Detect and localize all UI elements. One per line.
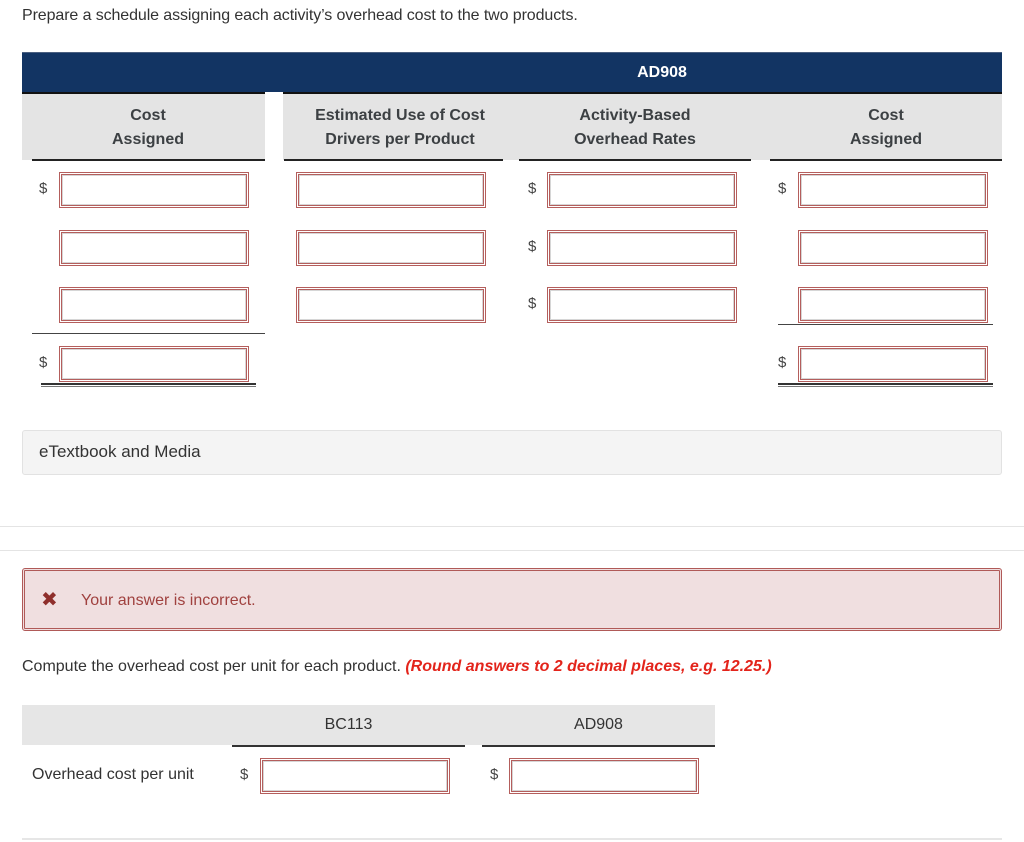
- x-mark-icon: ✖: [41, 589, 58, 611]
- column-header-ad908: AD908: [574, 716, 623, 733]
- total-cost-assigned-input-wrap: [59, 346, 249, 382]
- row2-abc-rate-input-wrap: [547, 230, 737, 266]
- column-underline: [482, 745, 715, 747]
- column-header-line1: Activity-Based: [579, 107, 691, 124]
- total-product-cost-input[interactable]: [801, 349, 985, 379]
- currency-symbol: $: [39, 180, 48, 197]
- total-cost-assigned-input[interactable]: [62, 349, 246, 379]
- currency-symbol: $: [528, 238, 537, 255]
- row3-driver-use-input[interactable]: [299, 290, 483, 320]
- column-header-estimated-use: Estimated Use of Cost Drivers per Produc…: [284, 104, 516, 152]
- currency-symbol: $: [528, 180, 537, 197]
- row2-product-cost-input-wrap: [798, 230, 988, 266]
- instruction-text: Prepare a schedule assigning each activi…: [22, 7, 578, 24]
- product-header-band: AD908: [22, 52, 1002, 94]
- column-header-bc113: BC113: [324, 716, 373, 733]
- column-gap: [265, 92, 283, 160]
- column-underline: [519, 159, 751, 161]
- currency-symbol: $: [490, 766, 499, 783]
- section-divider: [22, 838, 1002, 840]
- column-underline: [32, 159, 265, 161]
- currency-symbol: $: [240, 766, 249, 783]
- column-header-abc-rates: Activity-Based Overhead Rates: [519, 104, 751, 152]
- row3-cost-assigned-input[interactable]: [62, 290, 246, 320]
- per-unit-header-row: BC113 AD908: [22, 705, 715, 745]
- incorrect-message: Your answer is incorrect.: [81, 592, 256, 609]
- row1-product-cost-input-wrap: [798, 172, 988, 208]
- ad908-per-unit-input[interactable]: [512, 761, 696, 791]
- row1-cost-assigned-input-wrap: [59, 172, 249, 208]
- total-double-rule: [778, 383, 993, 387]
- row3-abc-rate-input[interactable]: [550, 290, 734, 320]
- row1-abc-rate-input[interactable]: [550, 175, 734, 205]
- row2-product-cost-input[interactable]: [801, 233, 985, 263]
- subtotal-rule: [778, 324, 993, 325]
- section-divider: [0, 526, 1024, 527]
- row3-driver-use-input-wrap: [296, 287, 486, 323]
- row3-abc-rate-input-wrap: [547, 287, 737, 323]
- total-product-cost-input-wrap: [798, 346, 988, 382]
- compute-text: Compute the overhead cost per unit for e…: [22, 658, 406, 675]
- row3-cost-assigned-input-wrap: [59, 287, 249, 323]
- row1-abc-rate-input-wrap: [547, 172, 737, 208]
- section-divider: [0, 550, 1024, 551]
- product-header-ad908: AD908: [637, 64, 687, 81]
- currency-symbol: $: [528, 295, 537, 312]
- row3-product-cost-input-wrap: [798, 287, 988, 323]
- row2-driver-use-input-wrap: [296, 230, 486, 266]
- etextbook-label: eTextbook and Media: [39, 442, 201, 461]
- column-header-line1: Cost: [130, 107, 166, 124]
- currency-symbol: $: [778, 354, 787, 371]
- column-header-line2: Assigned: [849, 131, 922, 148]
- incorrect-answer-banner: ✖ Your answer is incorrect.: [22, 568, 1002, 631]
- currency-symbol: $: [778, 180, 787, 197]
- row2-abc-rate-input[interactable]: [550, 233, 734, 263]
- column-underline: [284, 159, 503, 161]
- row1-product-cost-input[interactable]: [801, 175, 985, 205]
- column-header-row: Cost Assigned Estimated Use of Cost Driv…: [22, 92, 1002, 161]
- column-header-line2: Drivers per Product: [325, 131, 475, 148]
- row1-driver-use-input-wrap: [296, 172, 486, 208]
- currency-symbol: $: [39, 354, 48, 371]
- bc113-per-unit-input-wrap: [260, 758, 450, 794]
- schedule-table: AD908 Cost Assigned Estimated Use of Cos…: [22, 52, 1002, 161]
- etextbook-media-link[interactable]: eTextbook and Media: [22, 430, 1002, 475]
- row1-cost-assigned-input[interactable]: [62, 175, 246, 205]
- column-underline: [770, 159, 1002, 161]
- column-header-line2: Assigned: [111, 131, 184, 148]
- compute-instruction: Compute the overhead cost per unit for e…: [22, 658, 772, 676]
- column-header-line2: Overhead Rates: [574, 131, 696, 148]
- subtotal-rule: [32, 333, 265, 334]
- rounding-note: (Round answers to 2 decimal places, e.g.…: [405, 658, 772, 675]
- total-double-rule: [41, 383, 256, 387]
- row2-driver-use-input[interactable]: [299, 233, 483, 263]
- column-header-line1: Cost: [868, 107, 904, 124]
- column-header-line1: Estimated Use of Cost: [315, 107, 485, 124]
- row2-cost-assigned-input[interactable]: [62, 233, 246, 263]
- row3-product-cost-input[interactable]: [801, 290, 985, 320]
- column-underline: [232, 745, 465, 747]
- row1-driver-use-input[interactable]: [299, 175, 483, 205]
- bc113-per-unit-input[interactable]: [263, 761, 447, 791]
- ad908-per-unit-input-wrap: [509, 758, 699, 794]
- overhead-cost-per-unit-label: Overhead cost per unit: [32, 766, 194, 783]
- column-header-cost-assigned-1: Cost Assigned: [32, 104, 264, 152]
- row2-cost-assigned-input-wrap: [59, 230, 249, 266]
- column-header-cost-assigned-2: Cost Assigned: [770, 104, 1002, 152]
